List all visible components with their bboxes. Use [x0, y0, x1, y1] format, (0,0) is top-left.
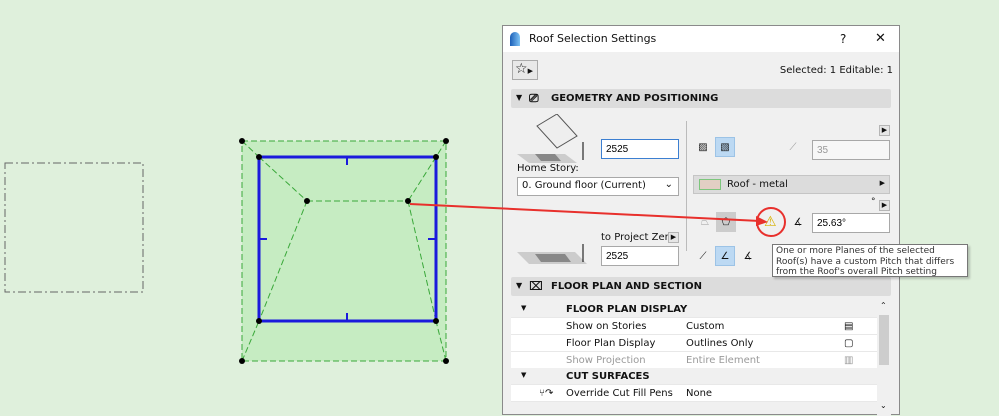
section-title: GEOMETRY AND POSITIONING: [551, 93, 719, 104]
pitch-mode-1-icon[interactable]: ⟋: [693, 246, 713, 266]
roof-height-input[interactable]: [601, 139, 679, 159]
structure-composite-icon[interactable]: ▧: [715, 137, 735, 157]
projection-icon: ▥: [844, 355, 854, 366]
material-swatch: [699, 179, 721, 190]
home-story-value: 0. Ground floor (Current): [522, 180, 646, 191]
row-name: Show Projection: [566, 355, 646, 366]
table-row[interactable]: Show on Stories Custom ▤: [511, 318, 877, 335]
arrow-right-icon: ▶: [879, 179, 885, 187]
dialog-title: Roof Selection Settings: [529, 32, 657, 45]
roof-outline[interactable]: [241, 140, 447, 362]
floorplan-section-header[interactable]: ▼ ⌧ FLOOR PLAN AND SECTION: [511, 277, 891, 296]
reference-input[interactable]: [601, 246, 679, 266]
favorites-button[interactable]: ☆▶: [512, 60, 538, 80]
group-label: FLOOR PLAN DISPLAY: [566, 304, 688, 315]
reference-menu-button[interactable]: ▶: [668, 232, 679, 243]
angle-menu-button[interactable]: ▶: [879, 200, 890, 211]
warning-tooltip: One or more Planes of the selected Roof(…: [772, 244, 968, 277]
star-icon: ☆: [515, 61, 528, 77]
home-story-label: Home Story:: [517, 163, 579, 174]
home-story-select[interactable]: 0. Ground floor (Current) ⌄: [517, 177, 679, 196]
scrollbar-thumb[interactable]: [879, 315, 889, 365]
row-name: Override Cut Fill Pens: [566, 388, 673, 399]
row-name: Floor Plan Display: [566, 338, 656, 349]
plane-icon[interactable]: ⏢: [695, 212, 715, 232]
pitch-input[interactable]: [812, 213, 890, 233]
close-button[interactable]: ✕: [875, 31, 886, 46]
material-selector[interactable]: Roof - metal ▶: [693, 175, 890, 194]
multiplane-icon[interactable]: ⬠: [716, 212, 736, 232]
thickness-input: [812, 140, 890, 160]
dashed-outline: [4, 162, 144, 293]
group-label: CUT SURFACES: [566, 371, 650, 382]
box-icon: ▢: [844, 338, 854, 349]
roof-settings-dialog: Roof Selection Settings ? ✕ ☆▶ Selected:…: [502, 25, 900, 416]
table-row[interactable]: Floor Plan Display Outlines Only ▢: [511, 335, 877, 352]
pitch-mode-2-icon[interactable]: ∠: [715, 246, 735, 266]
title-bar: Roof Selection Settings ? ✕: [503, 26, 899, 52]
row-value: Custom: [686, 321, 725, 332]
row-value: Outlines Only: [686, 338, 754, 349]
group-floor-plan-display[interactable]: ▼ FLOOR PLAN DISPLAY: [511, 301, 877, 318]
roof-height-diagram: [517, 114, 584, 163]
archicad-icon: [510, 32, 520, 46]
pitch-mode-3-icon[interactable]: ∡: [738, 246, 758, 266]
table-row[interactable]: ⑂↷ Override Cut Fill Pens None: [511, 385, 877, 402]
chevron-down-icon: ⌄: [664, 179, 673, 190]
geometry-section-header[interactable]: ▼ ⎚ GEOMETRY AND POSITIONING: [511, 89, 891, 108]
angle-unit: °: [871, 197, 876, 207]
table-row: Show Projection Entire Element ▥: [511, 352, 877, 369]
thickness-icon: ⟋: [789, 141, 797, 153]
scroll-up-icon[interactable]: ⌃: [880, 301, 887, 310]
pitch-icon: ∡: [793, 216, 803, 228]
row-value: Entire Element: [686, 355, 760, 366]
warning-icon[interactable]: ⚠: [764, 214, 777, 230]
divider: [686, 121, 687, 251]
reference-diagram: [517, 244, 587, 264]
row-value: None: [686, 388, 713, 399]
cut-fill-icon: ⑂↷: [539, 388, 554, 399]
scrollbar[interactable]: ⌃ ⌄: [877, 301, 891, 416]
structure-basic-icon[interactable]: ▨: [693, 137, 713, 157]
structure-menu-button[interactable]: ▶: [879, 125, 890, 136]
row-name: Show on Stories: [566, 321, 647, 332]
stories-icon: ▤: [844, 321, 854, 332]
geometry-icon: ⎚: [529, 91, 539, 105]
material-name: Roof - metal: [727, 179, 788, 190]
group-cut-surfaces[interactable]: ▼ CUT SURFACES: [511, 368, 877, 385]
selection-info: Selected: 1 Editable: 1: [779, 65, 893, 76]
section-title: FLOOR PLAN AND SECTION: [551, 281, 702, 292]
reference-label: to Project Zero: [601, 232, 675, 243]
help-button[interactable]: ?: [840, 32, 846, 46]
floorplan-icon: ⌧: [529, 279, 543, 293]
